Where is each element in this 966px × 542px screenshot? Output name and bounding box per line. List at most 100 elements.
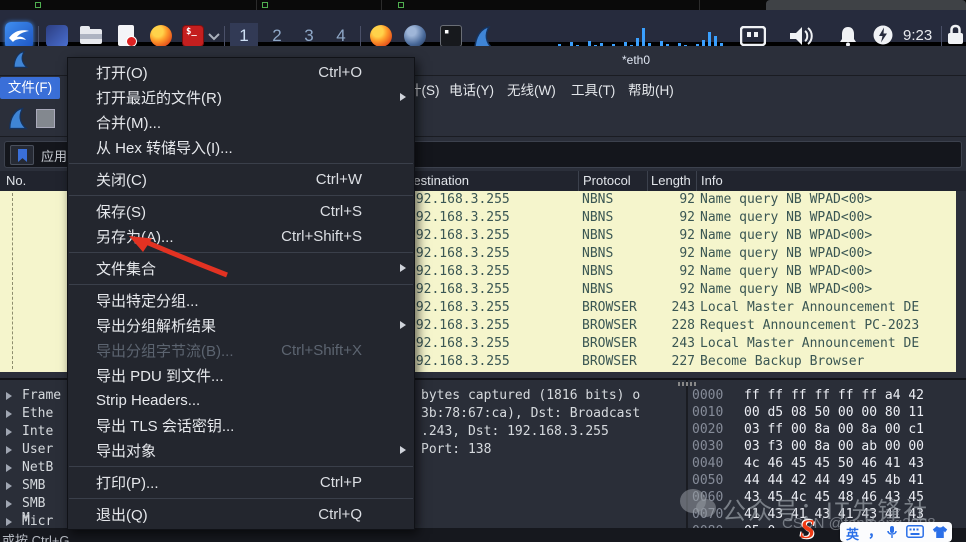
column-protocol[interactable]: Protocol <box>583 173 631 188</box>
cell-info: Name query NB WPAD<00> <box>700 210 872 225</box>
menu-telephony[interactable]: 电话(Y) <box>449 79 494 99</box>
cell-info: Become Backup Browser <box>700 354 864 369</box>
keyboard-icon[interactable] <box>906 525 924 538</box>
wireshark-window-button[interactable] <box>472 25 494 47</box>
column-length[interactable]: Length <box>651 173 691 188</box>
menu-item-save-as[interactable]: 另存为(A)...Ctrl+Shift+S <box>68 224 414 249</box>
expand-icon[interactable] <box>6 464 12 472</box>
cell-info: Name query NB WPAD<00> <box>700 264 872 279</box>
firefox-window-button[interactable] <box>370 25 392 47</box>
status-hint: 或按 Ctrl+G <box>2 530 70 542</box>
cell-info: Request Announcement PC-2023 <box>700 318 919 333</box>
menu-item-export-dissections[interactable]: 导出分组解析结果 <box>68 313 414 338</box>
menu-help[interactable]: 帮助(H) <box>628 79 674 99</box>
clock[interactable]: 9:23 <box>903 27 932 44</box>
menu-item-export-objects[interactable]: 导出对象 <box>68 438 414 463</box>
menu-item-merge[interactable]: 合并(M)... <box>68 110 414 135</box>
stop-capture-icon[interactable] <box>36 109 55 128</box>
cell-destination: 192.168.3.255 <box>408 300 510 315</box>
menu-item-label: 导出对象 <box>96 440 156 461</box>
menu-item-import-hex[interactable]: 从 Hex 转储导入(I)... <box>68 135 414 160</box>
filter-bookmark-button[interactable] <box>10 145 34 165</box>
splitter-grip[interactable] <box>678 382 696 386</box>
hex-row[interactable]: 001000 d5 08 50 00 00 80 11 <box>692 405 723 422</box>
folder-launcher[interactable] <box>80 25 102 47</box>
pane-splitter[interactable] <box>686 380 688 530</box>
menu-item-export-tls-keys[interactable]: 导出 TLS 会话密钥... <box>68 413 414 438</box>
background-terminal-strip <box>0 0 966 10</box>
menu-item-open[interactable]: 打开(O)Ctrl+O <box>68 60 414 85</box>
microphone-icon[interactable] <box>886 525 898 539</box>
hex-row[interactable]: 003003 f3 00 8a 00 ab 00 00 <box>692 439 723 456</box>
globe-icon <box>404 25 426 47</box>
browser-window-button[interactable] <box>404 25 426 47</box>
column-info[interactable]: Info <box>701 173 723 188</box>
cell-length: 243 <box>640 300 695 315</box>
start-capture-fin-icon[interactable] <box>7 106 29 131</box>
menu-file[interactable]: 文件(F) <box>0 77 60 99</box>
expand-icon[interactable] <box>6 410 12 418</box>
ime-punctuation-toggle[interactable]: ， <box>868 522 882 542</box>
volume-icon[interactable] <box>788 25 814 47</box>
menu-item-open-recent[interactable]: 打开最近的文件(R) <box>68 85 414 110</box>
hex-row[interactable]: 00404c 46 45 45 50 46 41 43 <box>692 456 723 473</box>
menu-item-export-pdu[interactable]: 导出 PDU 到文件... <box>68 363 414 388</box>
power-manager-icon[interactable] <box>872 24 894 46</box>
hex-row[interactable]: 0000ff ff ff ff ff ff a4 42 <box>692 388 723 405</box>
hex-row[interactable]: 006043 45 4c 45 48 46 43 45 <box>692 490 723 507</box>
terminal-launcher[interactable]: $_ <box>182 25 204 47</box>
menu-item-label: 打开(O) <box>96 62 148 83</box>
window-title: *eth0 <box>622 53 650 67</box>
sogou-logo[interactable]: S <box>800 514 815 542</box>
cell-info: Local Master Announcement DE <box>700 300 919 315</box>
cell-protocol: NBNS <box>582 282 613 297</box>
cell-length: 92 <box>640 192 695 207</box>
network-port-icon[interactable] <box>740 26 766 46</box>
menu-item-strip-headers[interactable]: Strip Headers... <box>68 388 414 413</box>
menu-item-export-specified[interactable]: 导出特定分组... <box>68 288 414 313</box>
skin-shirt-icon[interactable] <box>932 525 948 539</box>
detail-text-line: 3b:78:67:ca), Dst: Broadcast <box>421 406 640 421</box>
document-launcher[interactable] <box>116 25 138 47</box>
hex-bytes: 03 f3 00 8a 00 ab 00 00 <box>744 439 924 454</box>
wireshark-fin-icon <box>12 48 29 71</box>
terminal-tab-icon <box>262 2 268 8</box>
background-window-edge <box>766 0 966 10</box>
menu-item-file-set[interactable]: 文件集合 <box>68 256 414 281</box>
menu-item-print[interactable]: 打印(P)...Ctrl+P <box>68 470 414 495</box>
column-no[interactable]: No. <box>6 173 26 188</box>
expand-icon[interactable] <box>6 518 12 526</box>
menu-item-label: 导出分组解析结果 <box>96 315 216 336</box>
menu-separator <box>69 284 413 285</box>
hex-bytes: 41 43 41 43 41 43 41 43 <box>744 507 924 522</box>
expand-icon[interactable] <box>6 428 12 436</box>
ime-mode-toggle[interactable]: 英 <box>846 524 859 542</box>
expand-icon[interactable] <box>6 500 12 508</box>
menu-item-close[interactable]: 关闭(C)Ctrl+W <box>68 167 414 192</box>
hex-row[interactable]: 002003 ff 00 8a 00 8a 00 c1 <box>692 422 723 439</box>
hex-row[interactable]: 007041 43 41 43 41 43 41 43 <box>692 507 723 524</box>
cell-length: 92 <box>640 246 695 261</box>
expand-icon[interactable] <box>6 482 12 490</box>
notification-bell-icon[interactable] <box>838 25 858 47</box>
menu-item-save[interactable]: 保存(S)Ctrl+S <box>68 199 414 224</box>
hex-row[interactable]: 005044 44 42 44 49 45 4b 41 <box>692 473 723 490</box>
expand-icon[interactable] <box>6 392 12 400</box>
hex-offset: 0000 <box>692 388 723 403</box>
terminal-window-button[interactable]: ▪ <box>440 25 462 47</box>
lock-icon[interactable] <box>947 24 964 46</box>
firefox-launcher[interactable] <box>150 25 172 47</box>
menu-tools[interactable]: 工具(T) <box>571 79 615 99</box>
packet-list-scrollbar[interactable] <box>956 191 966 372</box>
terminal-prompt-icon: $_ <box>186 27 197 37</box>
file-manager-launcher[interactable] <box>46 25 68 47</box>
menu-item-label: 导出 TLS 会话密钥... <box>96 415 234 436</box>
menu-item-quit[interactable]: 退出(Q)Ctrl+Q <box>68 502 414 527</box>
menu-wireless[interactable]: 无线(W) <box>507 79 556 99</box>
ime-pill: 英 ， <box>840 522 952 542</box>
hex-bytes: 03 ff 00 8a 00 8a 00 c1 <box>744 422 924 437</box>
expand-icon[interactable] <box>6 446 12 454</box>
chevron-down-icon[interactable] <box>207 32 221 41</box>
menu-item-label: 导出 PDU 到文件... <box>96 365 224 386</box>
cell-info: Name query NB WPAD<00> <box>700 282 872 297</box>
